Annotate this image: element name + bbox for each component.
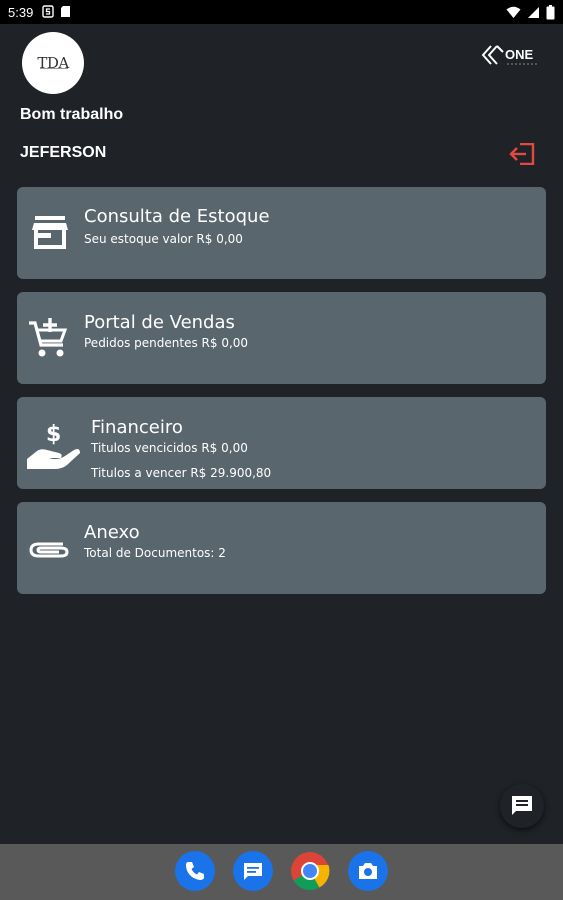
app-screen: TDA ONE Bom trabalho JEFERSON Consulta d… [0, 24, 563, 844]
card-subtitle: Seu estoque valor R$ 0,00 [84, 232, 243, 246]
store-icon [32, 216, 68, 249]
user-name: JEFERSON [20, 144, 107, 161]
wifi-icon [506, 6, 521, 18]
add-cart-icon [29, 318, 68, 357]
card-title: Portal de Vendas [84, 312, 235, 333]
phone-icon[interactable] [175, 851, 215, 891]
card-anexo[interactable]: Anexo Total de Documentos: 2 [17, 502, 546, 594]
one-brand-logo[interactable]: ONE [481, 42, 543, 70]
battery-icon [546, 4, 555, 19]
company-logo: TDA [22, 32, 84, 94]
logo-text: TDA [37, 54, 69, 72]
card-line: Titulos vencicidos R$ 0,00 [91, 441, 248, 455]
system-dock [0, 844, 563, 900]
hand-money-icon: $ [27, 422, 80, 469]
card-portal-vendas[interactable]: Portal de Vendas Pedidos pendentes R$ 0,… [17, 292, 546, 384]
brand-text: ONE [505, 47, 534, 62]
status-time: 5:39 [8, 5, 34, 20]
signal-icon [528, 6, 539, 18]
chrome-icon[interactable] [290, 851, 330, 891]
sd-card-icon [61, 6, 70, 17]
card-subtitle: Pedidos pendentes R$ 0,00 [84, 336, 249, 350]
status-s-icon [42, 5, 54, 18]
card-subtitle: Total de Documentos: 2 [84, 546, 226, 560]
card-financeiro[interactable]: $ Financeiro Titulos vencicidos R$ 0,00 … [17, 397, 546, 489]
messages-icon[interactable] [233, 851, 273, 891]
card-title: Financeiro [91, 417, 183, 438]
chat-icon [512, 796, 532, 815]
status-right [506, 4, 555, 20]
svg-text:$: $ [46, 422, 61, 447]
card-consulta-estoque[interactable]: Consulta de Estoque Seu estoque valor R$… [17, 187, 546, 279]
card-title: Consulta de Estoque [84, 206, 270, 227]
logout-icon[interactable] [509, 143, 535, 165]
camera-icon[interactable] [348, 851, 388, 891]
paperclip-icon [29, 542, 69, 558]
greeting-text: Bom trabalho [20, 106, 124, 123]
status-bar: 5:39 [0, 0, 563, 24]
card-line: Titulos a vencer R$ 29.900,80 [91, 466, 272, 480]
chat-fab-button[interactable] [500, 784, 544, 828]
card-title: Anexo [84, 522, 140, 543]
